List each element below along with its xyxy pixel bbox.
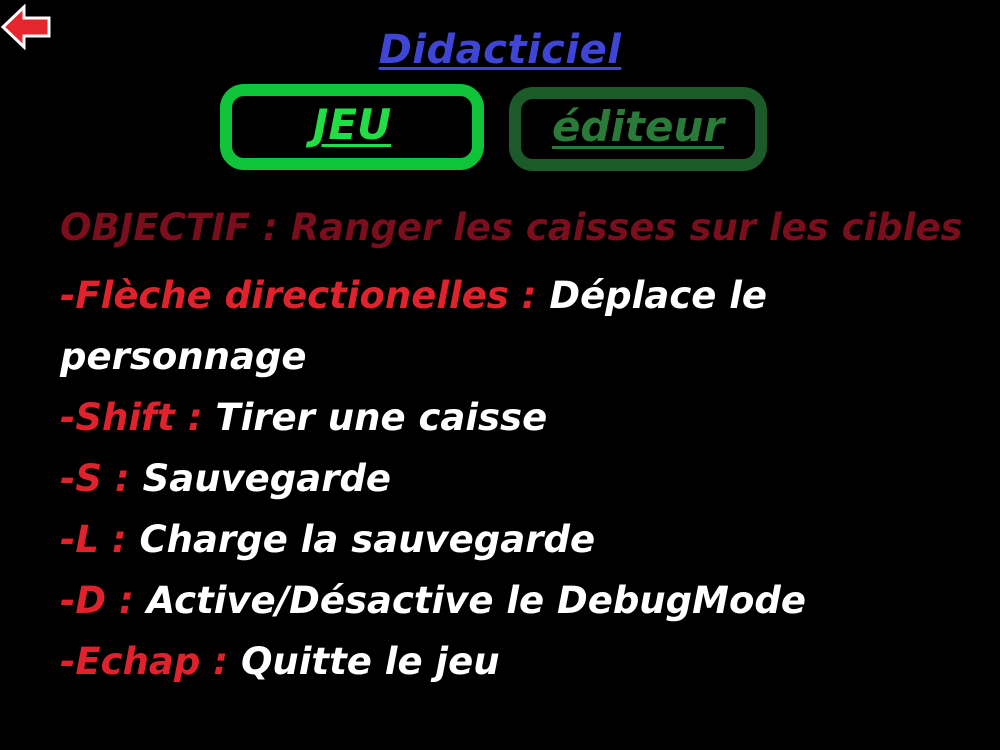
tab-editeur[interactable]: éditeur	[509, 87, 767, 171]
objective-text: OBJECTIF : Ranger les caisses sur les ci…	[60, 206, 963, 249]
control-action: Charge la sauvegarde	[139, 518, 596, 561]
tab-editeur-label: éditeur	[551, 101, 725, 151]
page-title: Didacticiel	[378, 27, 622, 73]
control-action: Tirer une caisse	[215, 396, 548, 439]
control-action: Sauvegarde	[142, 457, 392, 500]
controls-list: -Flèche directionelles : Déplace le pers…	[60, 265, 980, 692]
tab-jeu[interactable]: JEU	[220, 84, 484, 170]
control-key: -L :	[60, 518, 127, 561]
control-item: -Shift : Tirer une caisse	[60, 387, 980, 448]
control-item: -S : Sauvegarde	[60, 448, 980, 509]
control-item: -Flèche directionelles : Déplace le pers…	[60, 265, 980, 387]
control-action: Active/Désactive le DebugMode	[146, 579, 806, 622]
control-item: -D : Active/Désactive le DebugMode	[60, 570, 980, 631]
control-key: -Flèche directionelles :	[60, 274, 537, 317]
control-item: -Echap : Quitte le jeu	[60, 631, 980, 692]
control-key: -D :	[60, 579, 134, 622]
control-key: -S :	[60, 457, 130, 500]
control-item: -L : Charge la sauvegarde	[60, 509, 980, 570]
control-key: -Echap :	[60, 640, 229, 683]
control-key: -Shift :	[60, 396, 203, 439]
tab-jeu-label: JEU	[312, 99, 392, 149]
control-action: Quitte le jeu	[240, 640, 500, 683]
